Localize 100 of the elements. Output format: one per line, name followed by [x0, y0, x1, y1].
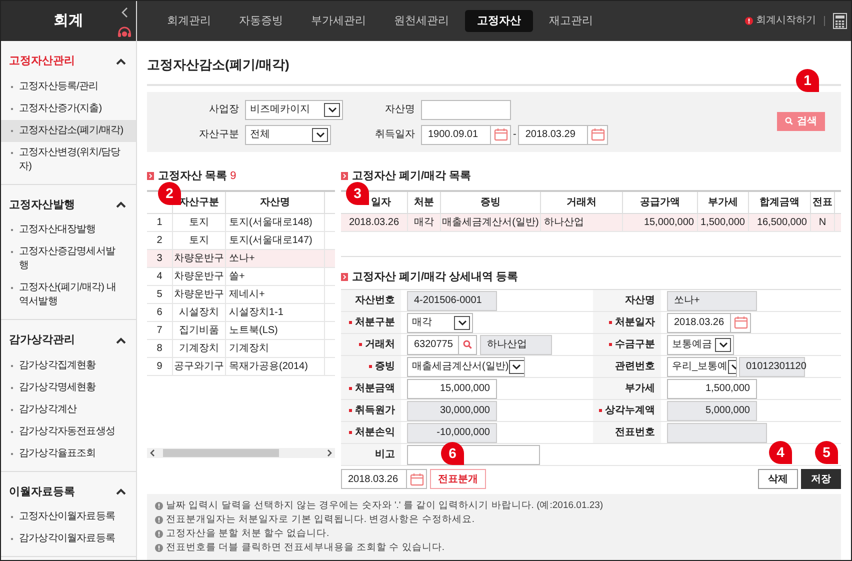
bullet-icon: [341, 172, 348, 180]
sidebar-item[interactable]: 고정자산증감명세서발행: [1, 241, 136, 277]
callout-badge: 4: [769, 441, 792, 464]
item-label: 감가상각율표조회: [19, 446, 96, 460]
nav-tab[interactable]: 고정자산: [465, 10, 533, 32]
sidebar-item[interactable]: 고정자산증가(지출): [1, 98, 136, 120]
nav-tab[interactable]: 자동증빙: [227, 10, 295, 32]
collapse-icon[interactable]: [116, 201, 126, 208]
note-text: 고정자산을 분할 처분 할수 없습니다.: [166, 528, 330, 540]
collapse-sidebar-icon[interactable]: [121, 7, 128, 18]
table-cell: 매출세금계산서(일반): [441, 214, 541, 231]
required-mark: [349, 387, 352, 390]
sidebar-item[interactable]: 감가상각집계현황: [1, 354, 136, 376]
calendar-icon[interactable]: [734, 316, 748, 329]
item-label: 고정자산변경(위치/담당자): [19, 146, 122, 174]
table-cell: 시설장치1-1: [226, 304, 325, 321]
horizontal-scrollbar[interactable]: [147, 448, 335, 458]
readonly-field: 01012301120: [739, 356, 805, 376]
field-label: 처분금액: [355, 382, 395, 396]
sidebar-item[interactable]: 감가상각이월자료등록: [1, 528, 136, 550]
column-header: 거래처: [541, 192, 623, 213]
scroll-left-icon[interactable]: [149, 449, 155, 457]
sidebar-item[interactable]: 고정자산대장발행: [1, 219, 136, 241]
required-mark: [599, 409, 602, 412]
item-label: 감가상각명세현황: [19, 380, 96, 394]
section-title: 고정자산관리: [9, 54, 75, 69]
table-row[interactable]: 1 토지 토지(서울대로148): [147, 214, 335, 232]
amount-field[interactable]: 15,000,000: [407, 378, 497, 398]
delete-button[interactable]: 삭제: [758, 469, 798, 489]
info-icon: [155, 502, 163, 510]
field-label: 사업장: [208, 103, 239, 117]
table-cell: 2: [147, 232, 173, 249]
field-label: 취득일자: [374, 128, 415, 142]
nav-tab[interactable]: 원천세관리: [382, 10, 461, 32]
search-icon[interactable]: [463, 340, 472, 349]
calendar-button[interactable]: [407, 469, 427, 489]
sidebar-section[interactable]: 고정자산관리: [1, 41, 136, 76]
calendar-button[interactable]: [588, 124, 608, 144]
select-field[interactable]: 전체: [245, 124, 331, 144]
table-row[interactable]: 9 공구와기구 목재가공용(2014): [147, 358, 335, 376]
table-row[interactable]: 5 차량운반구 제네시+: [147, 286, 335, 304]
date-field[interactable]: 2018.03.26: [341, 469, 407, 489]
field-label: 처분일자: [615, 316, 655, 330]
calendar-icon[interactable]: [590, 128, 605, 141]
sidebar-item[interactable]: 고정자산감소(폐기/매각): [1, 120, 136, 142]
calculator-icon[interactable]: [833, 12, 847, 29]
sidebar-item[interactable]: 감가상각명세현황: [1, 376, 136, 398]
collapse-icon[interactable]: [116, 488, 126, 496]
field-label: 전표번호: [615, 426, 655, 440]
asset-name-field[interactable]: [421, 100, 511, 120]
code-field[interactable]: 6320775: [407, 334, 459, 354]
collapse-icon[interactable]: [116, 58, 126, 65]
nav-tab[interactable]: 회계관리: [155, 10, 223, 32]
table-row[interactable]: 7 집기비품 노트북(LS): [147, 322, 335, 340]
sidebar-section[interactable]: 고정자산발행: [1, 184, 136, 219]
field-label: 취득원가: [355, 404, 395, 418]
voucher-button[interactable]: 전표분개: [430, 469, 486, 489]
section-title: 감가상각관리: [9, 333, 75, 348]
select-field[interactable]: 매각: [407, 312, 473, 332]
help-headset-icon[interactable]: [117, 26, 132, 38]
section-title: 고정자산발행: [9, 198, 75, 212]
item-label: 고정자산증가(지출): [19, 102, 102, 116]
required-mark: [609, 321, 612, 324]
select-field[interactable]: 우리_보통예: [667, 356, 737, 376]
date-field[interactable]: 2018.03.26: [667, 312, 731, 332]
table-row[interactable]: 8 기계장치 기계장치: [147, 340, 335, 358]
sidebar-item[interactable]: 감가상각자동전표생성: [1, 420, 136, 442]
table-row[interactable]: 4 차량운반구 쏠+: [147, 268, 335, 286]
save-button[interactable]: 저장: [801, 469, 841, 489]
calendar-icon[interactable]: [494, 128, 508, 141]
amount-field[interactable]: 1,500,000: [667, 378, 757, 398]
lookup-button[interactable]: [459, 334, 477, 354]
select-field[interactable]: 보통예금: [667, 334, 734, 354]
scroll-right-icon[interactable]: [327, 449, 333, 457]
sidebar-section[interactable]: 이월자료등록: [1, 472, 136, 506]
select-field[interactable]: 매출세금계산서(일반): [407, 356, 525, 376]
date-field[interactable]: 1900.09.01: [421, 124, 491, 144]
select-field[interactable]: 비즈메카이지: [245, 100, 343, 120]
nav-tab[interactable]: 재고관리: [537, 10, 605, 32]
nav-tab[interactable]: 부가세관리: [299, 10, 378, 32]
field-label: 자산번호: [355, 294, 395, 308]
collapse-icon[interactable]: [116, 336, 126, 344]
calendar-button[interactable]: [731, 312, 751, 332]
start-link[interactable]: 회계시작하기: [756, 13, 816, 28]
table-row[interactable]: 3 차량운반구 쏘나+: [147, 250, 335, 268]
sidebar-item[interactable]: 감가상각계산: [1, 398, 136, 420]
calendar-button[interactable]: [491, 124, 511, 144]
table-cell: 토지: [173, 214, 226, 231]
sidebar-item[interactable]: 감가상각율표조회: [1, 442, 136, 464]
sidebar-section[interactable]: 감가상각관리: [1, 320, 136, 354]
sidebar-item[interactable]: 고정자산변경(위치/담당자): [1, 142, 136, 178]
table-row[interactable]: 2 토지 토지(서울대로147): [147, 232, 335, 250]
table-row[interactable]: 2018.03.26 매각 매출세금계산서(일반) 하나산업 15,000,000 1,500,000 16,500,000 N: [341, 214, 841, 232]
date-field[interactable]: 2018.03.29: [518, 124, 588, 144]
table-row[interactable]: 6 시설장치 시설장치1-1: [147, 304, 335, 322]
sidebar-item[interactable]: 고정자산이월자료등록: [1, 506, 136, 528]
calendar-icon[interactable]: [410, 472, 424, 486]
sidebar-item[interactable]: 고정자산(폐기/매각) 내역서발행: [1, 277, 136, 313]
sidebar-item[interactable]: 고정자산등록/관리: [1, 76, 136, 98]
table-cell: 1,500,000: [698, 214, 749, 231]
